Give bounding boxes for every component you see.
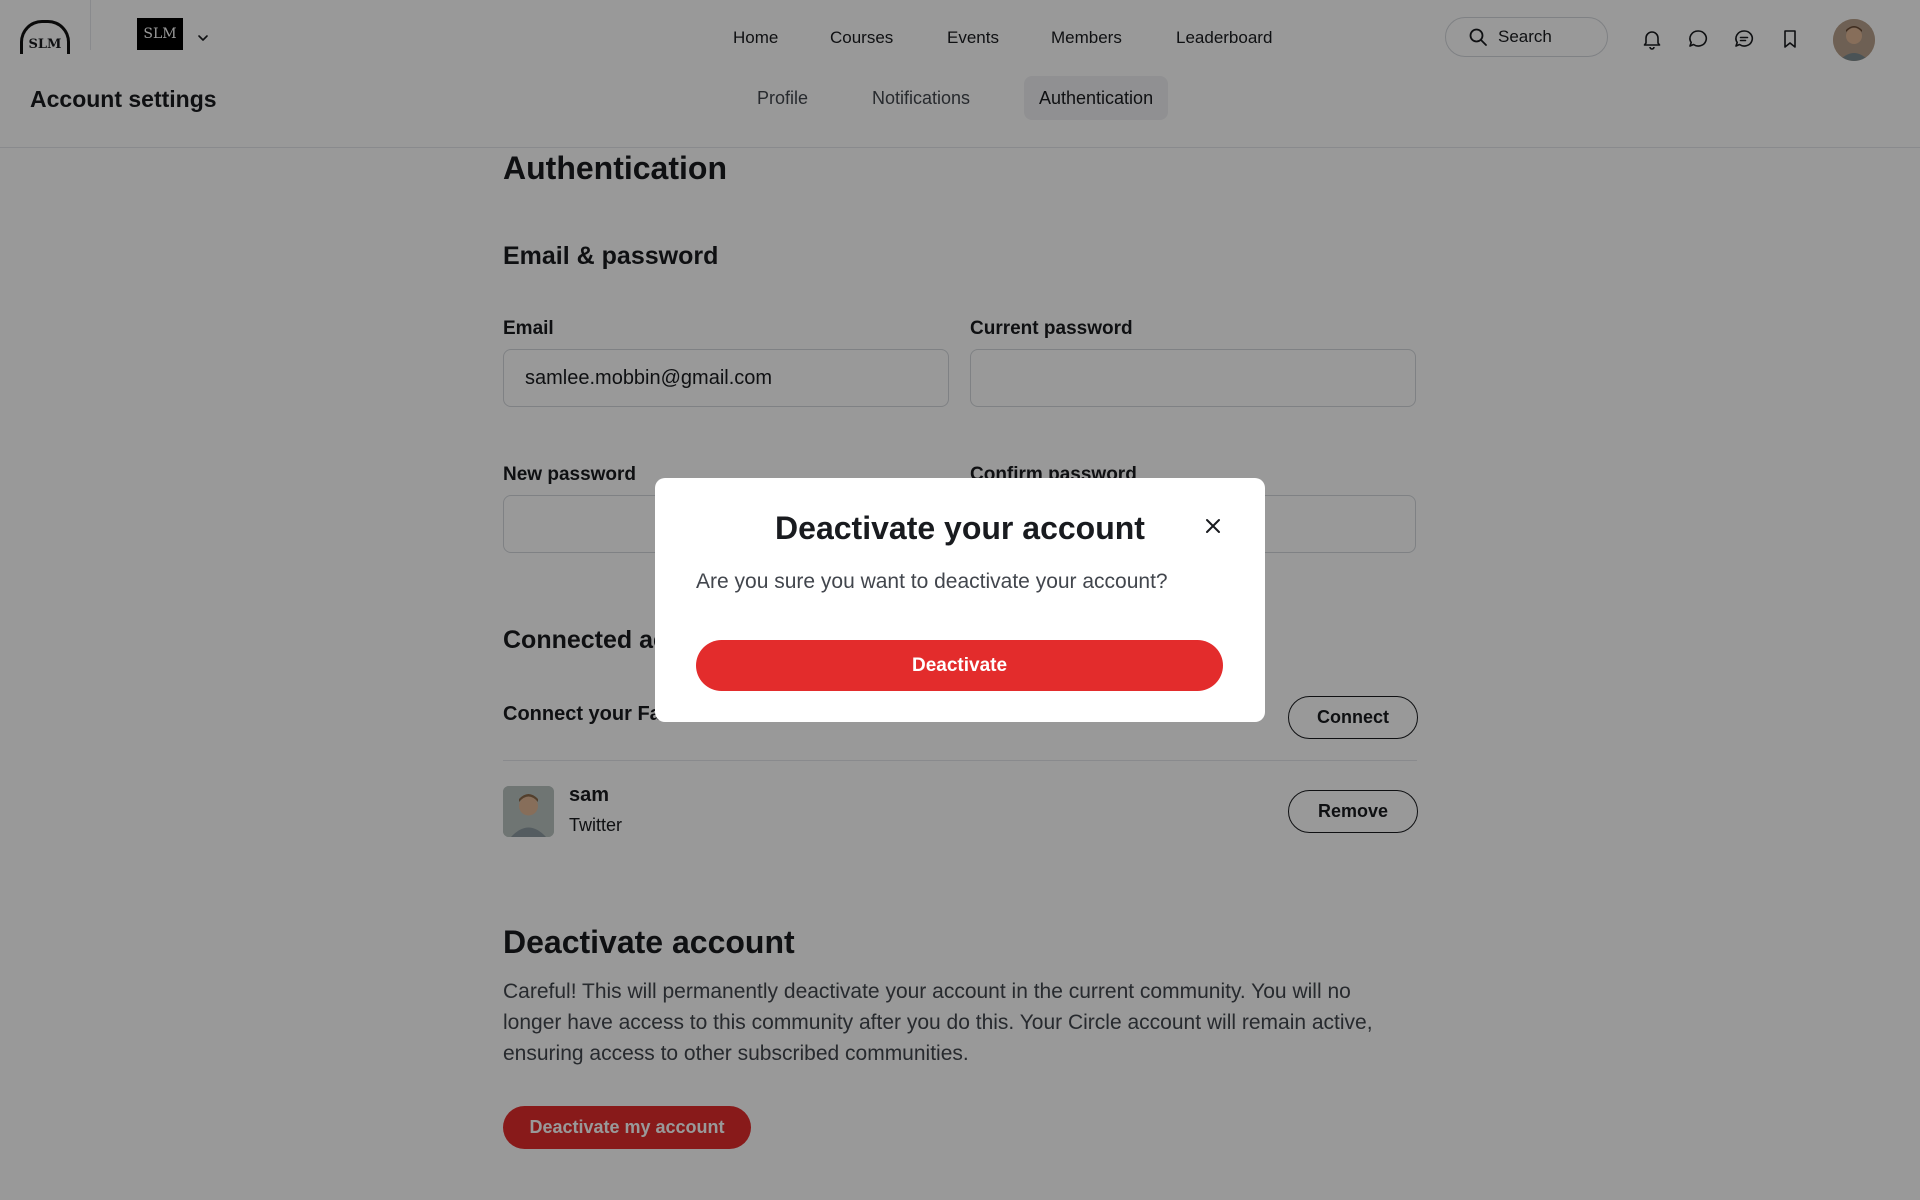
deactivate-modal: Deactivate your account Are you sure you… bbox=[655, 478, 1265, 722]
modal-title: Deactivate your account bbox=[775, 510, 1145, 546]
modal-message: Are you sure you want to deactivate your… bbox=[696, 570, 1168, 593]
deactivate-button[interactable]: Deactivate bbox=[696, 640, 1223, 691]
close-icon[interactable] bbox=[1201, 514, 1225, 538]
